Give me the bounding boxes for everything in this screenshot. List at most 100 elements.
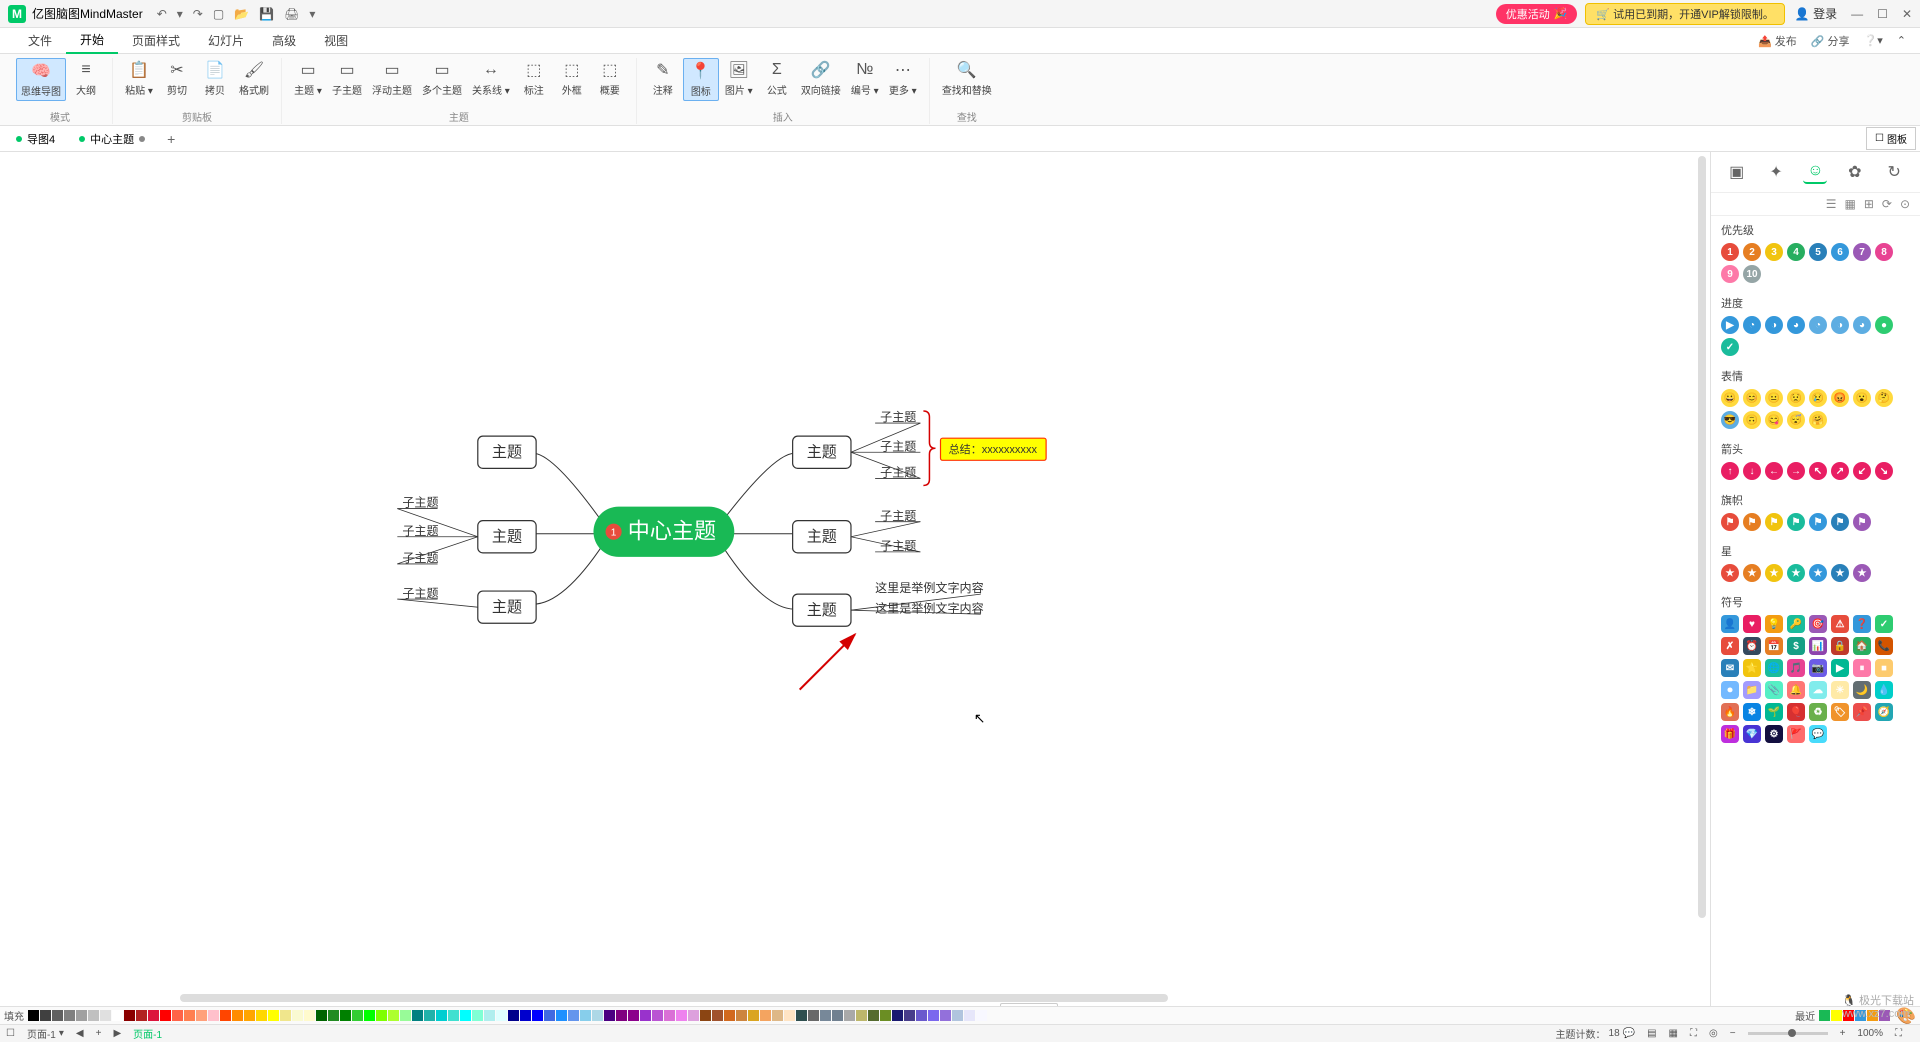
color-swatch[interactable]	[112, 1010, 123, 1021]
ribbon-btn-图片[interactable]: 🖼图片 ▾	[721, 58, 757, 101]
palette-icon[interactable]: 🎯	[1809, 615, 1827, 633]
color-swatch[interactable]	[964, 1010, 975, 1021]
color-swatch[interactable]	[544, 1010, 555, 1021]
palette-icon[interactable]: 🌙	[1853, 681, 1871, 699]
palette-icon[interactable]: 😮	[1853, 389, 1871, 407]
ribbon-btn-大纲[interactable]: ≡大纲	[68, 58, 104, 101]
palette-icon[interactable]: ✓	[1721, 338, 1739, 356]
color-swatch[interactable]	[160, 1010, 171, 1021]
ribbon-btn-双向链接[interactable]: 🔗双向链接	[797, 58, 845, 101]
palette-icon[interactable]: 9	[1721, 265, 1739, 283]
color-swatch[interactable]	[436, 1010, 447, 1021]
login-button[interactable]: 👤 登录	[1795, 5, 1837, 22]
palette-icon[interactable]: 😐	[1765, 389, 1783, 407]
palette-icon[interactable]: 📎	[1765, 681, 1783, 699]
color-swatch[interactable]	[136, 1010, 147, 1021]
palette-icon[interactable]: ★	[1853, 564, 1871, 582]
promo-badge[interactable]: 优惠活动🎉	[1496, 4, 1578, 24]
color-swatch[interactable]	[184, 1010, 195, 1021]
palette-icon[interactable]: 2	[1743, 243, 1761, 261]
palette-icon[interactable]: 10	[1743, 265, 1761, 283]
palette-icon[interactable]: 🔔	[1787, 681, 1805, 699]
color-swatch[interactable]	[724, 1010, 735, 1021]
palette-icon[interactable]: 😢	[1809, 389, 1827, 407]
maximize-icon[interactable]: ☐	[1877, 7, 1888, 21]
canvas[interactable]: 主题 主题 子主题 子主题 子主题 主题 子主题 1 中心主题 主题 子主题 子…	[0, 152, 1710, 1006]
palette-icon[interactable]: 📞	[1875, 637, 1893, 655]
palette-icon[interactable]: ⚑	[1765, 513, 1783, 531]
color-swatch[interactable]	[508, 1010, 519, 1021]
color-swatch[interactable]	[652, 1010, 663, 1021]
zoom-value[interactable]: 100%	[1857, 1028, 1883, 1039]
palette-icon[interactable]: 7	[1853, 243, 1871, 261]
color-swatch[interactable]	[832, 1010, 843, 1021]
palette-icon[interactable]: ❓	[1853, 615, 1871, 633]
color-swatch[interactable]	[88, 1010, 99, 1021]
undo-dd-icon[interactable]: ▾	[177, 7, 183, 21]
palette-icon[interactable]: 🚩	[1787, 725, 1805, 743]
color-swatch[interactable]	[580, 1010, 591, 1021]
palette-icon[interactable]: ↖	[1809, 462, 1827, 480]
color-swatch[interactable]	[424, 1010, 435, 1021]
palette-icon[interactable]: ☁	[1809, 681, 1827, 699]
panel-tab-history-icon[interactable]: ↻	[1882, 160, 1906, 184]
color-swatch[interactable]	[904, 1010, 915, 1021]
ribbon-btn-标注[interactable]: ⬚标注	[516, 58, 552, 99]
color-swatch[interactable]	[604, 1010, 615, 1021]
ribbon-btn-拷贝[interactable]: 📄拷贝	[197, 58, 233, 99]
palette-icon[interactable]: ★	[1787, 564, 1805, 582]
palette-icon[interactable]: 🔥	[1721, 703, 1739, 721]
color-swatch[interactable]	[808, 1010, 819, 1021]
palette-icon[interactable]: ⚑	[1721, 513, 1739, 531]
color-swatch[interactable]	[28, 1010, 39, 1021]
pages-icon[interactable]: ☐	[6, 1028, 15, 1039]
palette-icon[interactable]: ←	[1765, 462, 1783, 480]
color-swatch[interactable]	[928, 1010, 939, 1021]
palette-icon[interactable]: 😋	[1765, 411, 1783, 429]
color-swatch[interactable]	[760, 1010, 771, 1021]
palette-icon[interactable]: ⏺	[1721, 681, 1739, 699]
color-swatch[interactable]	[496, 1010, 507, 1021]
color-swatch[interactable]	[568, 1010, 579, 1021]
palette-icon[interactable]: ⚑	[1831, 513, 1849, 531]
palette-icon[interactable]: ✉	[1721, 659, 1739, 677]
panel-tab-theme-icon[interactable]: ▣	[1725, 160, 1749, 184]
color-swatch[interactable]	[484, 1010, 495, 1021]
minimize-icon[interactable]: —	[1851, 7, 1863, 21]
color-swatch[interactable]	[880, 1010, 891, 1021]
palette-icon[interactable]: ⚙	[1765, 725, 1783, 743]
color-swatch[interactable]	[916, 1010, 927, 1021]
help-icon[interactable]: ❔▾	[1864, 34, 1883, 47]
recent-color-swatch[interactable]	[1831, 1010, 1842, 1021]
color-swatch[interactable]	[208, 1010, 219, 1021]
palette-icon[interactable]: 😎	[1721, 411, 1739, 429]
color-swatch[interactable]	[196, 1010, 207, 1021]
palette-icon[interactable]: 💡	[1765, 615, 1783, 633]
palette-icon[interactable]: ⚑	[1809, 513, 1827, 531]
color-swatch[interactable]	[400, 1010, 411, 1021]
palette-icon[interactable]: ◔	[1809, 316, 1827, 334]
palette-icon[interactable]: ⏸	[1853, 659, 1871, 677]
palette-icon[interactable]: 📌	[1853, 703, 1871, 721]
color-swatch[interactable]	[280, 1010, 291, 1021]
color-swatch[interactable]	[592, 1010, 603, 1021]
palette-icon[interactable]: ⚠	[1831, 615, 1849, 633]
color-swatch[interactable]	[388, 1010, 399, 1021]
palette-icon[interactable]: ♥	[1743, 615, 1761, 633]
color-swatch[interactable]	[892, 1010, 903, 1021]
color-swatch[interactable]	[952, 1010, 963, 1021]
color-swatch[interactable]	[640, 1010, 651, 1021]
palette-icon[interactable]: ●	[1875, 316, 1893, 334]
new-icon[interactable]: ▢	[213, 7, 224, 21]
palette-icon[interactable]: ⏹	[1875, 659, 1893, 677]
doc-tab-1[interactable]: 中心主题	[67, 127, 157, 151]
ribbon-btn-编号[interactable]: №编号 ▾	[847, 58, 883, 101]
color-swatch[interactable]	[244, 1010, 255, 1021]
color-swatch[interactable]	[820, 1010, 831, 1021]
palette-icon[interactable]: 🏠	[1853, 637, 1871, 655]
fullscreen-icon[interactable]: ⛶	[1895, 1028, 1902, 1039]
horizontal-scrollbar[interactable]	[180, 994, 1700, 1004]
color-swatch[interactable]	[784, 1010, 795, 1021]
palette-icon[interactable]: ✗	[1721, 637, 1739, 655]
view-add-icon[interactable]: ⊞	[1864, 197, 1874, 211]
